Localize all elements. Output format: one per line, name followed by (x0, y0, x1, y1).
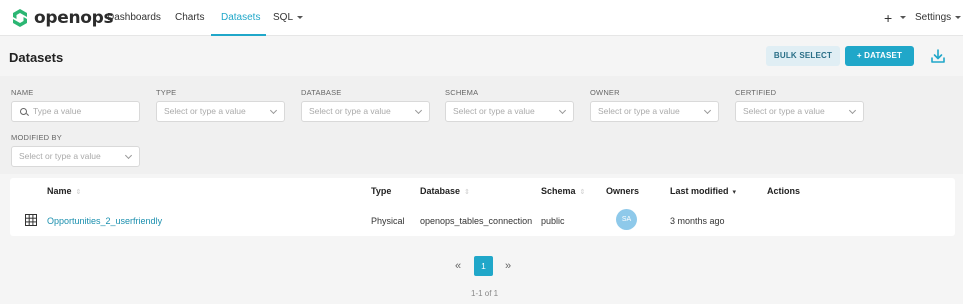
openops-logo-icon (13, 9, 27, 27)
sort-icon: ⇕ (75, 189, 82, 196)
chevron-down-icon (124, 151, 133, 160)
filter-name-label: NAME (11, 88, 34, 97)
column-header-actions: Actions (767, 186, 801, 196)
datasets-table: Name ⇕ Type Database ⇕ Schema ⇕ Owners Last… (10, 178, 955, 236)
column-header-database-label: Database (420, 186, 461, 196)
filter-schema-placeholder: Select or type a value (453, 106, 535, 116)
column-header-schema-label: Schema (541, 186, 576, 196)
chevron-down-icon (558, 106, 567, 115)
filter-schema-label: SCHEMA (445, 88, 479, 97)
filter-type-select[interactable]: Select or type a value (156, 101, 285, 122)
bulk-select-button[interactable]: BULK SELECT (766, 46, 840, 66)
column-header-owners: Owners (606, 186, 640, 196)
dataset-database: openops_tables_connection (420, 216, 533, 226)
settings-label: Settings (915, 12, 952, 23)
settings-menu[interactable]: Settings (915, 0, 962, 36)
filter-panel: NAME Type a value TYPE Select or type a … (0, 76, 963, 174)
brand-name: openops (34, 8, 114, 28)
filter-certified-select[interactable]: Select or type a value (735, 101, 864, 122)
filter-certified-placeholder: Select or type a value (743, 106, 825, 116)
new-item-button[interactable]: + (884, 10, 892, 26)
pagination-prev-button[interactable]: « (455, 260, 461, 272)
sort-icon: ⇕ (579, 189, 586, 196)
filter-modified-by-placeholder: Select or type a value (19, 151, 101, 161)
column-header-last-modified-label: Last modified (670, 186, 729, 196)
owner-avatar[interactable]: SA (616, 209, 637, 230)
download-icon[interactable] (930, 48, 946, 64)
column-header-schema[interactable]: Schema ⇕ (541, 186, 585, 196)
filter-owner-select[interactable]: Select or type a value (590, 101, 719, 122)
filter-database-label: DATABASE (301, 88, 342, 97)
brand-logo[interactable]: openops (10, 7, 114, 29)
table-grid-icon (25, 214, 37, 226)
chevron-down-icon (269, 106, 278, 115)
filter-owner-placeholder: Select or type a value (598, 106, 680, 116)
filter-type-label: TYPE (156, 88, 177, 97)
filter-modified-by-label: MODIFIED BY (11, 133, 62, 142)
column-header-last-modified[interactable]: Last modified ▾ (670, 186, 736, 196)
dataset-type: Physical (371, 216, 405, 226)
pagination-next-button[interactable]: » (505, 260, 511, 272)
pagination-info: 1-1 of 1 (471, 289, 499, 298)
filter-database-placeholder: Select or type a value (309, 106, 391, 116)
chevron-down-icon (703, 106, 712, 115)
dataset-schema: public (541, 216, 565, 226)
chevron-down-icon (297, 15, 304, 19)
page-title: Datasets (9, 50, 64, 65)
top-navbar: openops Dashboards Charts Datasets SQL +… (0, 0, 963, 36)
pagination-page-1[interactable]: 1 (474, 256, 493, 276)
dataset-last-modified: 3 months ago (670, 216, 725, 226)
dataset-name-link[interactable]: Opportunities_2_userfriendly (47, 216, 162, 226)
nav-datasets[interactable]: Datasets (221, 0, 260, 36)
filter-name-placeholder: Type a value (33, 106, 82, 116)
filter-database-select[interactable]: Select or type a value (301, 101, 430, 122)
nav-charts[interactable]: Charts (175, 0, 204, 36)
sort-icon: ⇕ (464, 189, 470, 196)
column-header-type: Type (371, 186, 392, 196)
chevron-down-icon (900, 16, 906, 19)
filter-schema-select[interactable]: Select or type a value (445, 101, 574, 122)
filter-modified-by-select[interactable]: Select or type a value (11, 146, 140, 167)
filter-certified-label: CERTIFIED (735, 88, 777, 97)
filter-type-placeholder: Select or type a value (164, 106, 246, 116)
chevron-down-icon (848, 106, 857, 115)
nav-dashboards[interactable]: Dashboards (107, 0, 161, 36)
filter-name-input[interactable]: Type a value (11, 101, 140, 122)
sort-desc-icon: ▾ (732, 189, 737, 196)
add-dataset-button[interactable]: + DATASET (845, 46, 914, 66)
chevron-down-icon (955, 15, 962, 19)
search-icon (20, 108, 27, 115)
chevron-down-icon (414, 106, 423, 115)
column-header-name[interactable]: Name ⇕ (47, 186, 81, 196)
column-header-database[interactable]: Database ⇕ (420, 186, 470, 196)
nav-sql-label: SQL (273, 12, 294, 23)
column-header-name-label: Name (47, 186, 72, 196)
active-tab-indicator (211, 34, 266, 36)
filter-owner-label: OWNER (590, 88, 620, 97)
nav-sql[interactable]: SQL (273, 0, 304, 36)
